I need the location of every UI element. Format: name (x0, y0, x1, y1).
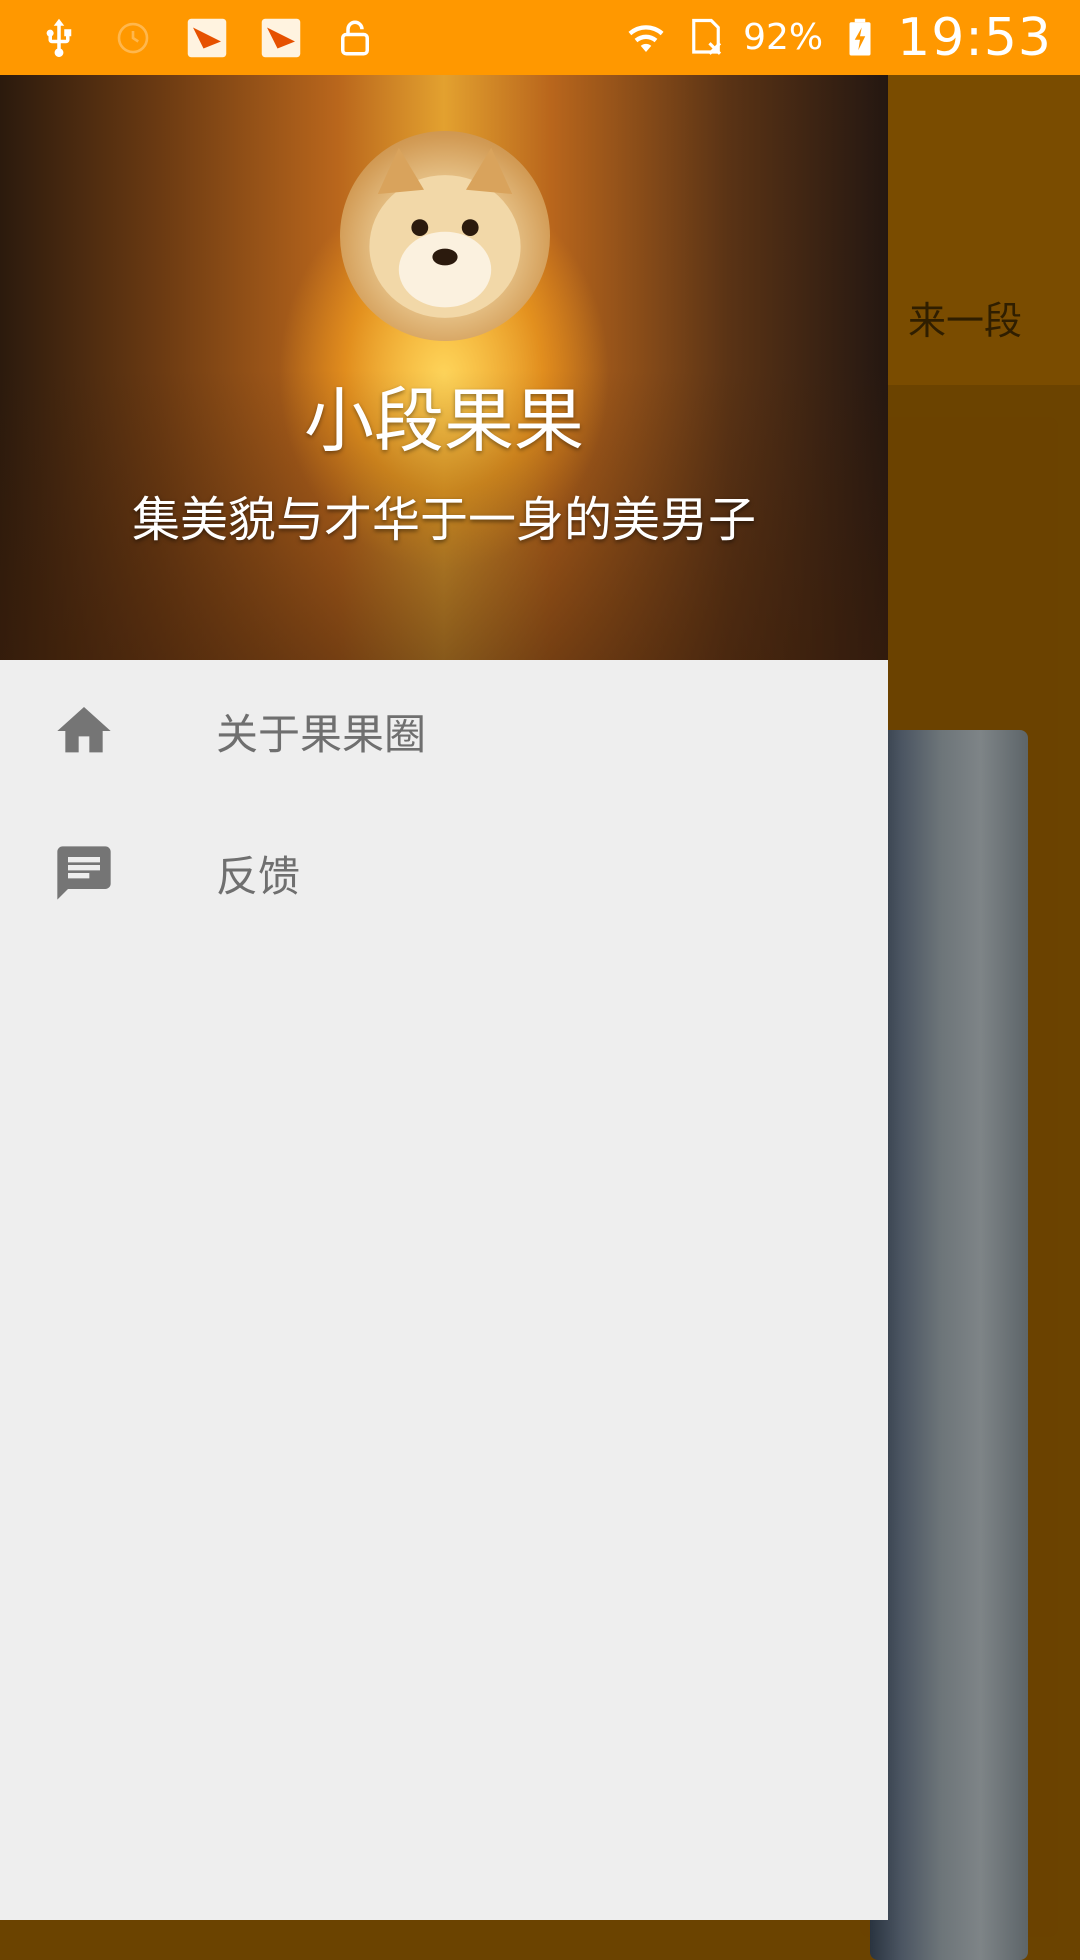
menu-item-about[interactable]: 关于果果圈 (0, 660, 888, 802)
avatar[interactable] (340, 131, 550, 341)
battery-charging-icon (837, 15, 883, 61)
feedback-icon (52, 841, 116, 905)
home-icon (52, 699, 116, 763)
wifi-icon (623, 15, 669, 61)
username: 小段果果 (304, 380, 584, 462)
alarm-icon (110, 15, 156, 61)
clock: 19:53 (897, 7, 1052, 68)
background-photo (870, 730, 1028, 1960)
user-bio: 集美貌与才华于一身的美男子 (131, 492, 756, 548)
battery-percent: 92% (743, 17, 824, 58)
menu-item-feedback[interactable]: 反馈 (0, 802, 888, 944)
drawer-menu: 关于果果圈 反馈 (0, 660, 888, 944)
usb-icon (36, 15, 82, 61)
app-notification-icon (258, 15, 304, 61)
lock-icon (332, 15, 378, 61)
sim-no-signal-icon (683, 15, 729, 61)
menu-item-label: 反馈 (216, 851, 301, 901)
status-bar: 92% 19:53 (0, 0, 1080, 75)
navigation-drawer: 小段果果 集美貌与才华于一身的美男子 关于果果圈 反馈 (0, 75, 888, 1920)
app-notification-icon (184, 15, 230, 61)
drawer-header: 小段果果 集美貌与才华于一身的美男子 (0, 75, 888, 660)
tab-joke[interactable]: 来一段 (908, 290, 1022, 345)
menu-item-label: 关于果果圈 (216, 709, 427, 759)
